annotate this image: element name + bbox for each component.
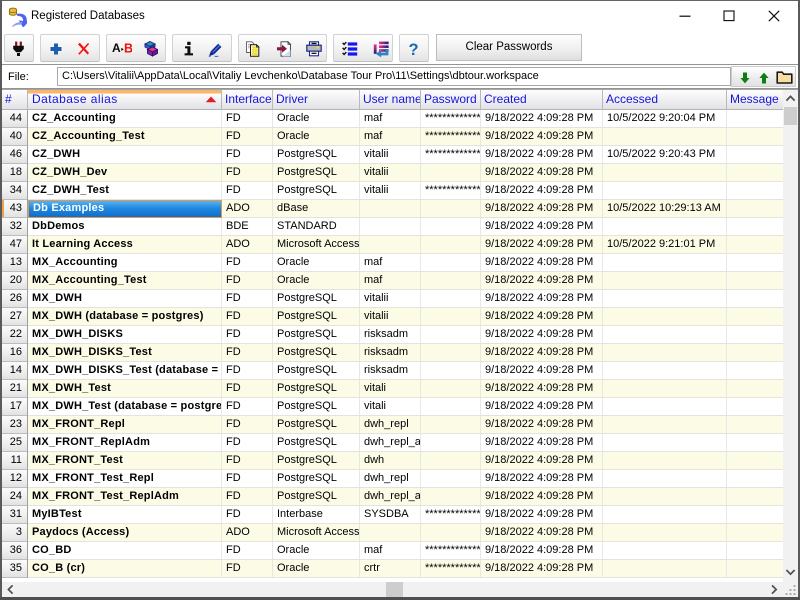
svg-text:A: A bbox=[112, 41, 121, 55]
svg-text:B: B bbox=[124, 42, 132, 56]
svg-text:?: ? bbox=[409, 41, 419, 57]
